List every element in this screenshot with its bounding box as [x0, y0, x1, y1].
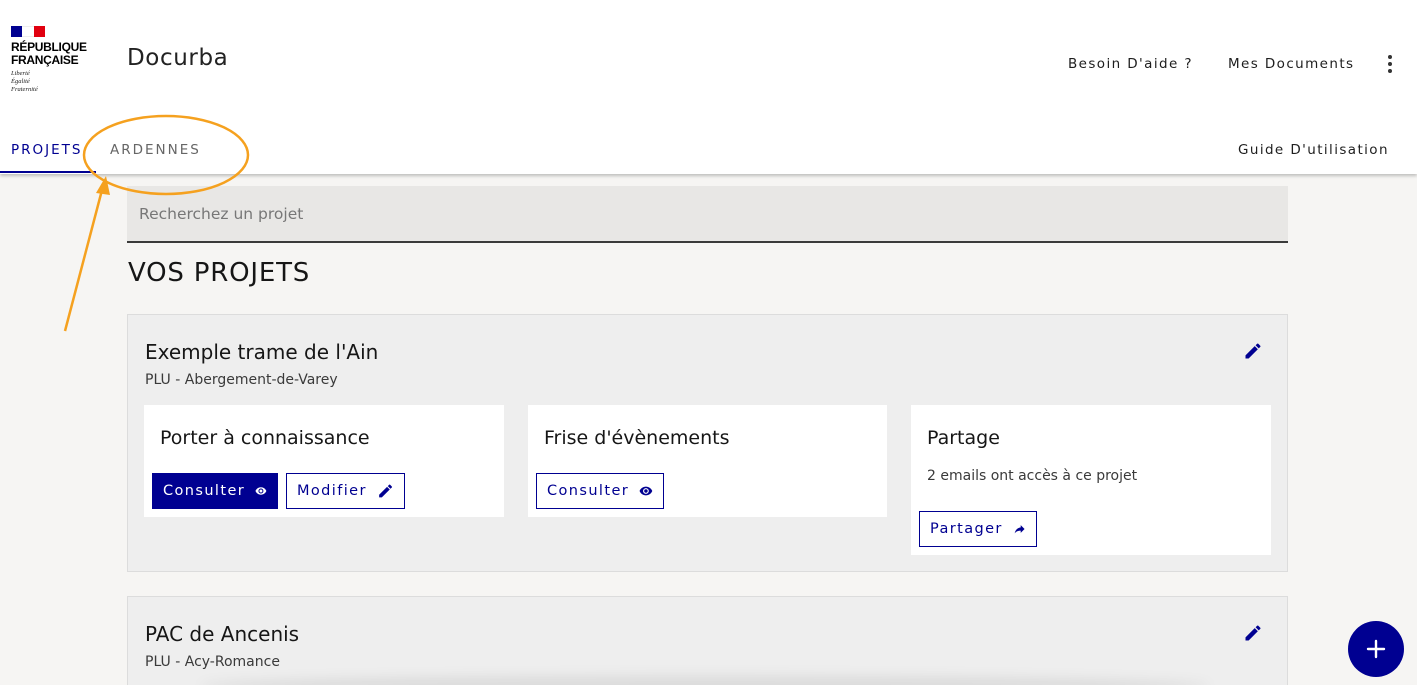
french-flag-icon	[11, 26, 45, 37]
eye-icon	[255, 487, 267, 495]
logo-text: RÉPUBLIQUE FRANÇAISE	[11, 41, 91, 67]
tab-ardennes[interactable]: ARDENNES	[110, 142, 201, 158]
annotation-arrow-head	[96, 176, 110, 195]
share-count-text: 2 emails ont accès à ce projet	[927, 468, 1138, 484]
tab-projets[interactable]: PROJETS	[11, 142, 82, 158]
tile-partage: Partage 2 emails ont accès à ce projet P…	[911, 405, 1271, 555]
project-card: Exemple trame de l'Ain PLU - Abergement-…	[127, 314, 1288, 572]
my-documents-link[interactable]: Mes Documents	[1228, 56, 1354, 72]
project-subtitle: PLU - Acy-Romance	[145, 654, 280, 670]
share-button[interactable]: Partager	[919, 511, 1037, 547]
project-name: Exemple trame de l'Ain	[145, 340, 379, 364]
project-name: PAC de Ancenis	[145, 622, 300, 646]
share-arrow-icon	[1014, 525, 1025, 534]
search-input[interactable]	[127, 186, 1288, 243]
annotation-arrow-line	[63, 189, 104, 332]
active-tab-indicator	[0, 171, 96, 173]
consult-frise-button[interactable]: Consulter	[536, 473, 664, 509]
tile-frise-evenements: Frise d'évènements Consulter	[528, 405, 887, 517]
logo-line-2: FRANÇAISE	[11, 53, 79, 67]
edit-project-pencil-icon[interactable]	[1243, 341, 1263, 361]
project-card: PAC de Ancenis PLU - Acy-Romance	[127, 596, 1288, 685]
section-title: VOS PROJETS	[128, 258, 311, 288]
motto-liberte: Liberté	[11, 70, 30, 77]
tab-guide-utilisation[interactable]: Guide D'utilisation	[1238, 142, 1389, 158]
pencil-icon	[378, 484, 392, 498]
button-label: Consulter	[547, 483, 630, 499]
logo-motto: Liberté Égalité Fraternité	[11, 70, 91, 94]
plus-icon	[1366, 639, 1386, 659]
more-vertical-icon[interactable]	[1383, 55, 1397, 73]
button-label: Modifier	[297, 483, 367, 499]
consult-pac-button[interactable]: Consulter	[152, 473, 278, 509]
republique-francaise-logo[interactable]: RÉPUBLIQUE FRANÇAISE Liberté Égalité Fra…	[11, 26, 91, 94]
modify-pac-button[interactable]: Modifier	[286, 473, 405, 509]
header: RÉPUBLIQUE FRANÇAISE Liberté Égalité Fra…	[0, 0, 1417, 174]
site-title[interactable]: Docurba	[127, 45, 228, 71]
tile-porter-a-connaissance: Porter à connaissance Consulter Modifier	[144, 405, 504, 517]
motto-fraternite: Fraternité	[11, 86, 38, 93]
tile-title: Partage	[927, 427, 1000, 449]
edit-project-pencil-icon[interactable]	[1243, 623, 1263, 643]
project-subtitle: PLU - Abergement-de-Varey	[145, 372, 338, 388]
button-label: Partager	[930, 521, 1003, 537]
button-label: Consulter	[163, 483, 246, 499]
motto-egalite: Égalité	[11, 78, 30, 85]
tile-title: Porter à connaissance	[160, 427, 370, 449]
add-project-button[interactable]	[1348, 621, 1404, 677]
tile-title: Frise d'évènements	[544, 427, 730, 449]
eye-icon	[639, 486, 653, 496]
help-link[interactable]: Besoin D'aide ?	[1068, 56, 1193, 72]
